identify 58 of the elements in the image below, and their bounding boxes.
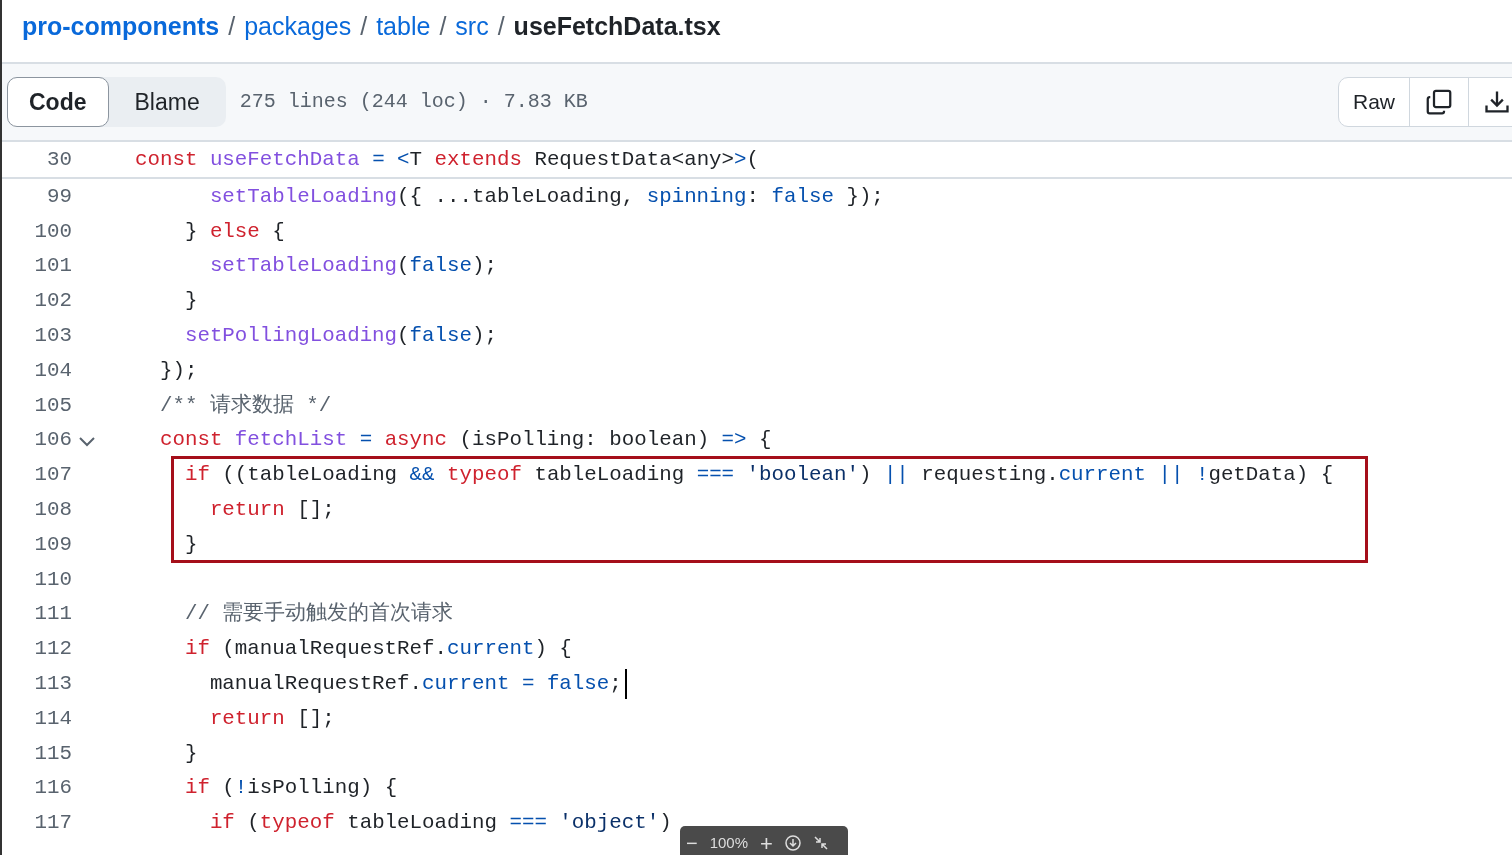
path-separator: / [360, 12, 368, 40]
code-line: const fetchList = async (isPolling: boolean) => { [158, 427, 772, 454]
code-line: // 需要手动触发的首次请求 [183, 600, 454, 628]
line-number: 113 [33, 670, 72, 697]
path-separator: / [228, 12, 236, 40]
folder-link[interactable]: src [455, 12, 489, 40]
code-line: setTableLoading({ ...tableLoading, spinning: false }); [208, 183, 884, 210]
file-info: 275 lines (244 loc) · 7.83 KB [239, 89, 588, 115]
code-line: if (typeof tableLoading === 'object') [208, 810, 672, 837]
code-line: } [183, 288, 198, 315]
line-number: 109 [33, 531, 72, 558]
line-number: 116 [33, 775, 72, 802]
code-line: return []; [208, 496, 335, 523]
code-line: return []; [208, 705, 335, 732]
line-number: 30 [46, 146, 72, 173]
line-number: 99 [46, 183, 72, 210]
code-line: } [183, 531, 198, 558]
file-name: useFetchData.tsx [513, 12, 721, 40]
line-number: 110 [33, 566, 72, 593]
line-number: 100 [33, 218, 72, 245]
fold-chevron-icon[interactable] [78, 435, 96, 448]
line-number: 105 [33, 392, 72, 419]
view-tab[interactable]: Code [7, 77, 109, 127]
path-separator: / [497, 12, 505, 40]
code-line: /** 请求数据 */ [158, 392, 332, 419]
repo-link[interactable]: pro-components [22, 12, 220, 40]
code-line: } else { [183, 218, 285, 245]
zoom-in-button[interactable]: + [760, 826, 773, 855]
line-number: 112 [33, 636, 72, 663]
line-number: 115 [33, 740, 72, 767]
line-number: 104 [33, 357, 72, 384]
code-line: manualRequestRef.current = false; [208, 670, 622, 697]
code-line: } [183, 740, 198, 767]
line-number: 106 [33, 427, 72, 454]
line-number: 108 [33, 496, 72, 523]
code-line: }); [158, 357, 198, 384]
code-line: if (!isPolling) { [183, 775, 398, 802]
line-number: 111 [33, 601, 72, 628]
zoom-level: 100% [709, 832, 749, 853]
line-number: 103 [33, 323, 72, 349]
collapse-icon[interactable] [812, 835, 829, 851]
folder-link[interactable]: packages [244, 12, 352, 40]
line-number: 101 [33, 253, 72, 280]
copy-icon [1424, 87, 1454, 117]
line-number: 107 [33, 462, 72, 489]
line-number: 117 [33, 810, 72, 837]
path-separator: / [439, 12, 447, 40]
line-number: 102 [33, 288, 72, 315]
code-line: setTableLoading(false); [208, 253, 497, 280]
view-tab[interactable]: Blame [108, 77, 226, 127]
code-line: const useFetchData = <T extends RequestData<any>>( [135, 146, 760, 173]
code-line: setPollingLoading(false); [183, 323, 497, 349]
zoom-out-button[interactable]: − [686, 828, 698, 855]
code-line: if (manualRequestRef.current) { [183, 636, 572, 663]
download-circle-icon[interactable] [784, 835, 801, 851]
code-line: if ((tableLoading && typeof tableLoading === 'boolean') || requesting.current || !getData) { [183, 462, 1334, 489]
line-number: 114 [33, 705, 72, 732]
folder-link[interactable]: table [376, 12, 431, 40]
